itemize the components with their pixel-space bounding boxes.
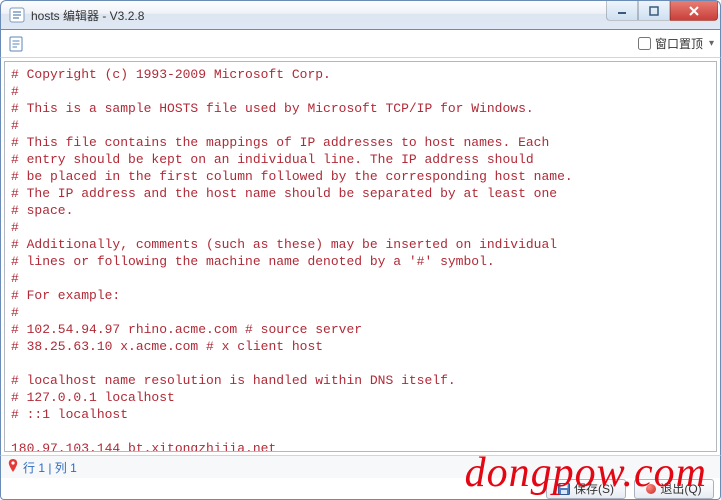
cursor-position: 行 1 | 列 1 bbox=[23, 459, 77, 476]
minimize-button[interactable] bbox=[606, 1, 638, 21]
hosts-text-editor[interactable]: # Copyright (c) 1993-2009 Microsoft Corp… bbox=[4, 61, 717, 452]
maximize-button[interactable] bbox=[638, 1, 670, 21]
exit-button-label: 退出(Q) bbox=[660, 480, 701, 497]
document-icon[interactable] bbox=[7, 35, 25, 53]
toolbar: 窗口置顶 ▾ bbox=[0, 30, 721, 58]
save-icon bbox=[558, 483, 570, 495]
window-controls bbox=[606, 1, 718, 21]
exit-button[interactable]: 退出(Q) bbox=[634, 479, 714, 499]
dropdown-icon: ▾ bbox=[709, 38, 714, 49]
save-button-label: 保存(S) bbox=[574, 480, 614, 497]
always-on-top-label: 窗口置顶 bbox=[655, 35, 703, 52]
window-titlebar: hosts 编辑器 - V3.2.8 bbox=[0, 0, 721, 30]
status-bar: 行 1 | 列 1 bbox=[0, 455, 721, 478]
footer-bar: 保存(S) 退出(Q) bbox=[0, 478, 721, 500]
close-button[interactable] bbox=[670, 1, 718, 21]
save-button[interactable]: 保存(S) bbox=[546, 479, 626, 499]
exit-icon bbox=[646, 484, 656, 494]
app-icon bbox=[9, 7, 25, 23]
always-on-top-checkbox[interactable] bbox=[638, 37, 651, 50]
pin-icon bbox=[7, 459, 19, 476]
always-on-top-toggle[interactable]: 窗口置顶 ▾ bbox=[638, 35, 714, 52]
editor-area: # Copyright (c) 1993-2009 Microsoft Corp… bbox=[0, 58, 721, 455]
window-title: hosts 编辑器 - V3.2.8 bbox=[31, 7, 144, 24]
